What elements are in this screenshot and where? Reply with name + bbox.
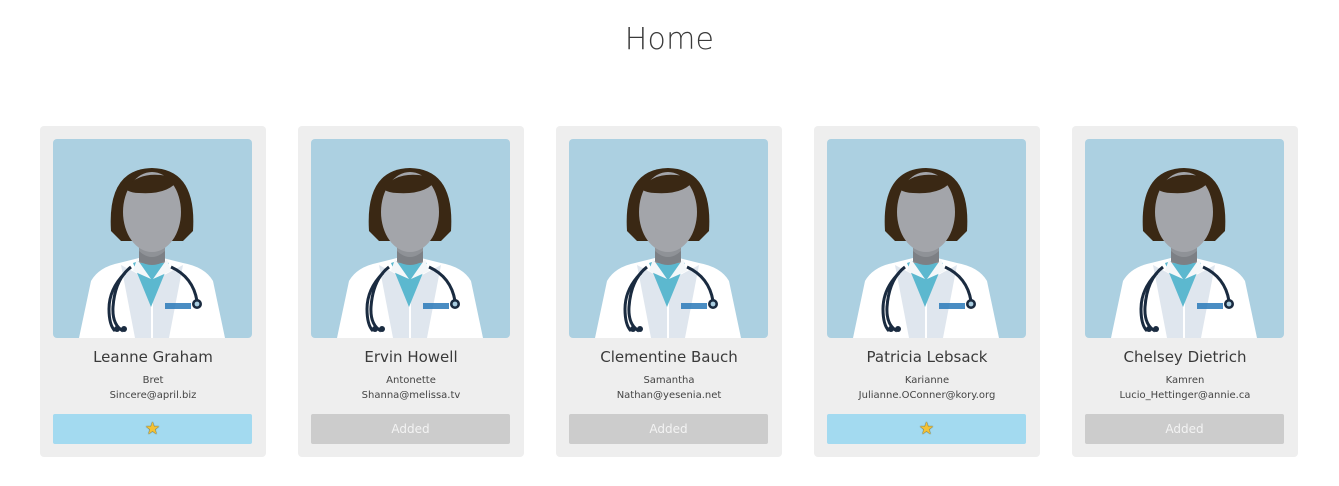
contact-name: Chelsey Dietrich [1123, 348, 1247, 366]
contact-email: Nathan@yesenia.net [616, 390, 722, 401]
doctor-avatar [311, 139, 510, 338]
contact-name: Patricia Lebsack [866, 348, 988, 366]
contact-username: Bret [142, 375, 164, 386]
contact-name: Ervin Howell [364, 348, 458, 366]
contact-username: Kamren [1165, 375, 1205, 386]
star-icon: ★ [144, 418, 161, 439]
favorite-button[interactable]: ★ [53, 414, 252, 444]
contact-card: Patricia Lebsack Karianne Julianne.OConn… [814, 126, 1040, 457]
contact-card: Chelsey Dietrich Kamren Lucio_Hettinger@… [1072, 126, 1298, 457]
contact-username: Samantha [643, 375, 695, 386]
contact-card: Ervin Howell Antonette Shanna@melissa.tv… [298, 126, 524, 457]
doctor-avatar [1085, 139, 1284, 338]
added-button[interactable]: Added [1085, 414, 1284, 444]
contact-name: Leanne Graham [93, 348, 213, 366]
contact-card-list: Leanne Graham Bret Sincere@april.biz ★ E… [40, 126, 1298, 457]
doctor-avatar [569, 139, 768, 338]
star-icon: ★ [918, 418, 935, 439]
contact-username: Antonette [386, 375, 436, 386]
favorite-button[interactable]: ★ [827, 414, 1026, 444]
contact-email: Julianne.OConner@kory.org [858, 390, 996, 401]
contact-email: Lucio_Hettinger@annie.ca [1119, 390, 1251, 401]
contact-username: Karianne [904, 375, 950, 386]
added-button[interactable]: Added [311, 414, 510, 444]
contact-card: Clementine Bauch Samantha Nathan@yesenia… [556, 126, 782, 457]
contact-email: Sincere@april.biz [109, 390, 197, 401]
doctor-avatar [827, 139, 1026, 338]
contact-email: Shanna@melissa.tv [361, 390, 461, 401]
contact-name: Clementine Bauch [600, 348, 738, 366]
page-title: Home [624, 22, 715, 57]
added-button[interactable]: Added [569, 414, 768, 444]
contact-card: Leanne Graham Bret Sincere@april.biz ★ [40, 126, 266, 457]
doctor-avatar [53, 139, 252, 338]
